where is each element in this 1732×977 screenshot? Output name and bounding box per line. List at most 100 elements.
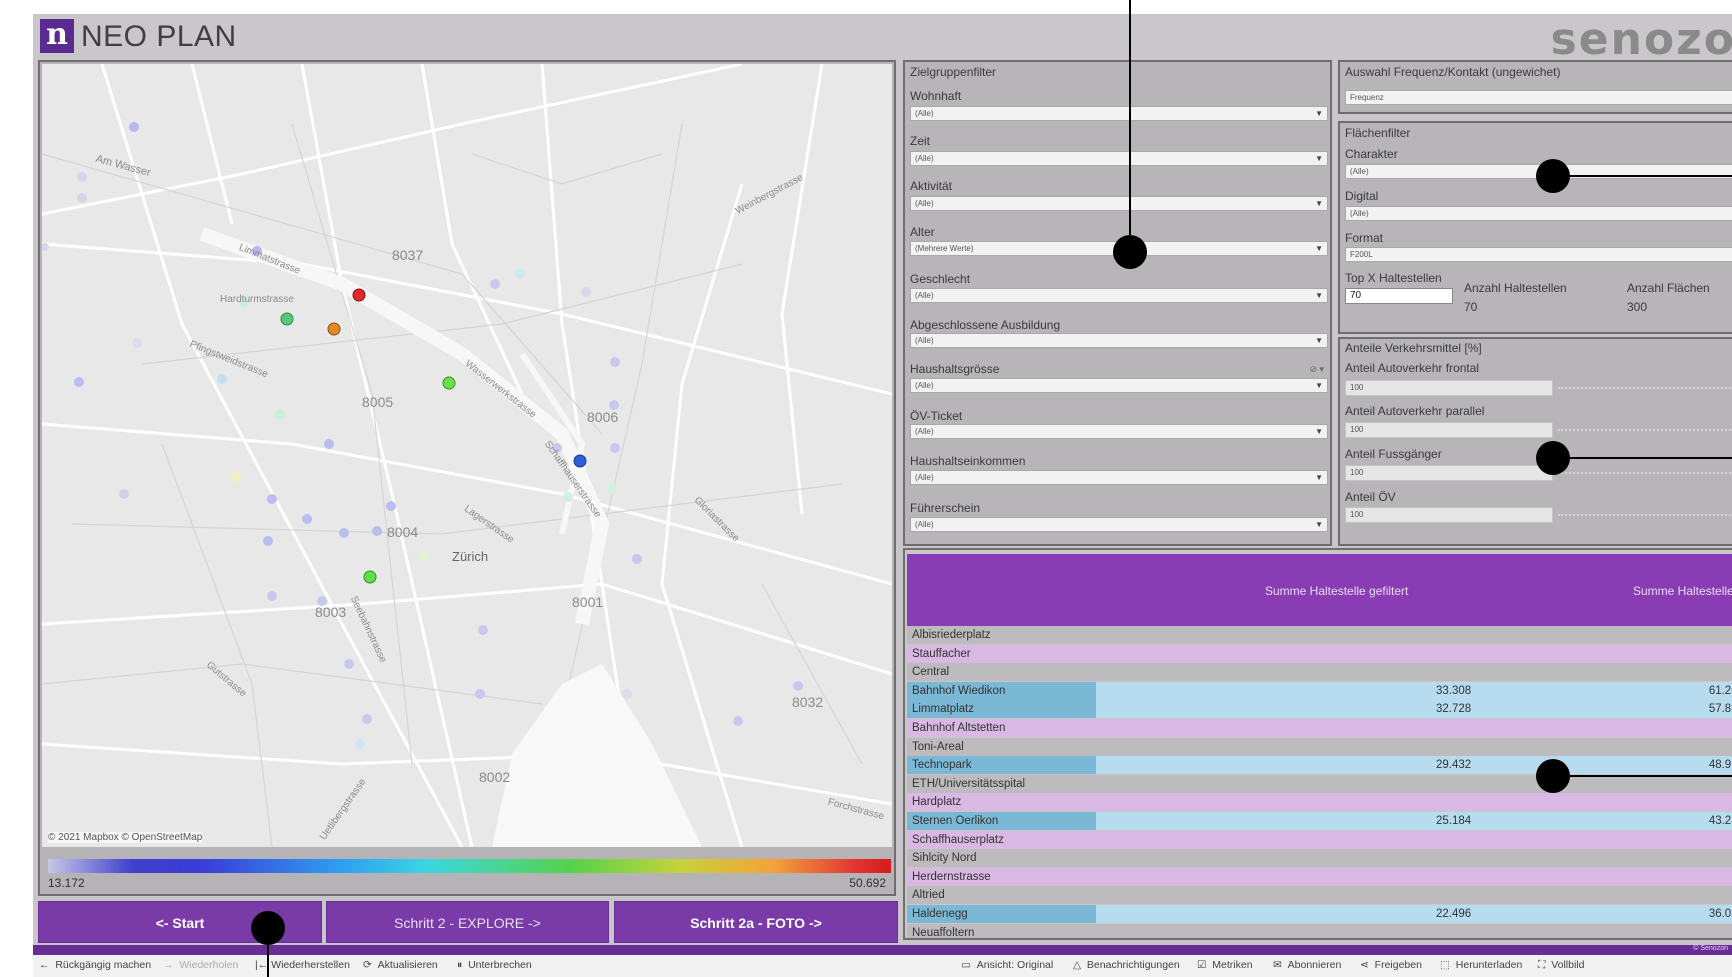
filtered-sum: 25.184 — [1436, 815, 1472, 827]
select-value: Frequenz — [1350, 93, 1384, 102]
table-row[interactable]: Sihlcity Nord — [907, 849, 1732, 868]
share-slider[interactable] — [1558, 472, 1732, 475]
filter-label: Abgeschlossene Ausbildung — [910, 318, 1061, 332]
filter-geschlecht-select[interactable]: (Alle) ▼ — [910, 288, 1328, 303]
value-cells — [1096, 774, 1732, 793]
subscribe-button[interactable]: ✉ Abonnieren — [1273, 959, 1341, 971]
table-row[interactable]: Hardplatz — [907, 793, 1732, 812]
table-row[interactable]: Altried — [907, 886, 1732, 905]
sort-icon[interactable]: ⊘ ▾ — [1309, 364, 1324, 375]
table-row[interactable]: Technopark 29.432 48.973 — [907, 756, 1732, 775]
filter-aktivitaet-select[interactable]: (Alle) ▼ — [910, 196, 1328, 211]
foto-button[interactable]: Schritt 2a - FOTO -> — [614, 901, 898, 943]
annotation-line — [1570, 775, 1732, 777]
redo-button[interactable]: → Wiederholen — [163, 959, 238, 971]
undo-label: Rückgängig machen — [55, 959, 152, 971]
table-row[interactable]: Bahnhof Altstetten — [907, 719, 1732, 737]
table-row[interactable]: Herdernstrasse — [907, 867, 1732, 886]
share-slider[interactable] — [1558, 514, 1732, 517]
fullscreen-button[interactable]: ⛶ Vollbild — [1538, 959, 1584, 972]
table-row[interactable]: Stauffacher — [907, 644, 1732, 663]
undo-button[interactable]: ← Rückgängig machen — [39, 959, 151, 971]
table-row[interactable]: Limmatplatz 32.728 57.824 — [907, 700, 1732, 719]
explore-button[interactable]: Schritt 2 - EXPLORE -> — [326, 901, 609, 943]
copyright: © Senozon — [1693, 945, 1728, 952]
filtered-sum: 22.496 — [1436, 908, 1472, 920]
annotation-line — [1570, 457, 1732, 459]
revert-button[interactable]: |← Wiederherstellen — [255, 959, 350, 971]
download-button[interactable]: ⬚ Herunterladen — [1440, 959, 1522, 971]
refresh-button[interactable]: ⟳ Aktualisieren — [363, 959, 438, 971]
table-row[interactable]: Bahnhof Wiedikon 33.308 61.204 — [907, 681, 1732, 700]
table-row[interactable]: Neuaffoltern — [907, 923, 1732, 938]
top-x-input[interactable]: 70 — [1345, 288, 1453, 304]
value-cells — [1096, 663, 1732, 682]
table-row[interactable]: ETH/Universitätsspital — [907, 774, 1732, 793]
metrics-button[interactable]: ☑ Metriken — [1197, 959, 1253, 971]
filter-label: Charakter — [1345, 147, 1398, 161]
alerts-button[interactable]: △ Benachrichtigungen — [1073, 959, 1180, 971]
filter-oev-ticket-select[interactable]: (Alle) ▼ — [910, 424, 1328, 439]
format-select[interactable]: F200L — [1345, 247, 1732, 262]
value-cells — [1096, 849, 1732, 868]
share-label: Anteil Fussgänger — [1345, 447, 1442, 461]
mail-icon: ✉ — [1273, 959, 1282, 971]
view-label: Ansicht: Original — [976, 959, 1054, 971]
share-input[interactable]: 100 — [1345, 507, 1553, 523]
filter-fuehrerschein-select[interactable]: (Alle) ▼ — [910, 517, 1328, 532]
annotation-dot — [1536, 441, 1570, 475]
filter-haushaltseinkommen-select[interactable]: (Alle) ▼ — [910, 470, 1328, 485]
value-cells — [1096, 626, 1732, 644]
table-row[interactable]: Sternen Oerlikon 25.184 43.286 — [907, 812, 1732, 830]
share-label: Anteil Autoverkehr frontal — [1345, 361, 1480, 375]
brand-logo: senozo — [1550, 14, 1732, 65]
stop-name: Neuaffoltern — [907, 923, 1096, 938]
table-row[interactable]: Haldenegg 22.496 36.026 — [907, 905, 1732, 923]
share-slider[interactable] — [1558, 429, 1732, 432]
map-label: 8005 — [362, 394, 394, 410]
value-cells — [1096, 793, 1732, 812]
table-row[interactable]: Central — [907, 663, 1732, 682]
transport-share-panel: Anteile Verkehrsmittel [%] Anteil Autove… — [1338, 337, 1732, 546]
filter-label: Geschlecht — [910, 272, 971, 286]
filter-haushaltsgroesse-select[interactable]: (Alle) ▼ — [910, 378, 1328, 393]
map-label: 8032 — [792, 694, 824, 710]
alerts-label: Benachrichtigungen — [1086, 959, 1180, 971]
filter-wohnhaft-select[interactable]: (Alle) ▼ — [910, 106, 1328, 121]
stop-name: Limmatplatz — [907, 700, 1096, 719]
table-row[interactable]: Albisriederplatz — [907, 626, 1732, 644]
stop-name: Toni-Areal — [907, 737, 1096, 756]
frequency-select[interactable]: Frequenz — [1345, 90, 1732, 105]
table-row[interactable]: Toni-Areal — [907, 737, 1732, 756]
filter-label: Format — [1345, 231, 1384, 245]
filtered-sum: 29.432 — [1436, 759, 1472, 772]
filter-zeit-select[interactable]: (Alle) ▼ — [910, 151, 1328, 166]
pause-button[interactable]: ⏸ Unterbrechen — [457, 959, 532, 972]
table-row[interactable]: Schaffhauserplatz — [907, 830, 1732, 849]
stops-table: Summe Haltestelle gefiltert Summe Haltes… — [903, 548, 1732, 940]
stop-name: Bahnhof Altstetten — [907, 719, 1096, 737]
filter-ausbildung-select[interactable]: (Alle) ▼ — [910, 333, 1328, 348]
target-group-filter-panel: Zielgruppenfilter Wohnhaft (Alle) ▼ Zeit … — [903, 60, 1332, 546]
column-header: Summe Haltestelle gefiltert — [1265, 584, 1409, 598]
map[interactable]: Am Wasser 8037 Hardturmstrasse 8005 8006… — [42, 64, 892, 847]
dropdown-arrow-icon: ▼ — [1315, 109, 1323, 118]
area-filter-panel: Flächenfilter Charakter (Alle) Digital (… — [1338, 121, 1732, 334]
share-button[interactable]: ⋖ Freigeben — [1360, 959, 1422, 971]
filter-label: Wohnhaft — [910, 89, 962, 103]
select-value: (Alle) — [915, 520, 934, 529]
value-cells: 32.728 57.824 — [1096, 700, 1732, 719]
download-icon: ⬚ — [1440, 959, 1450, 971]
stop-points[interactable] — [42, 122, 803, 749]
dropdown-arrow-icon: ▼ — [1315, 473, 1323, 482]
undo-icon: ← — [39, 959, 50, 971]
stop-name: Sihlcity Nord — [907, 849, 1096, 868]
share-input[interactable]: 100 — [1345, 380, 1553, 396]
share-input[interactable]: 100 — [1345, 465, 1553, 481]
view-button[interactable]: ▭ Ansicht: Original — [961, 959, 1053, 971]
share-slider[interactable] — [1558, 387, 1732, 390]
share-input[interactable]: 100 — [1345, 422, 1553, 438]
digital-select[interactable]: (Alle) — [1345, 206, 1732, 221]
screen: { "header": { "logo_letter": "n", "app_t… — [0, 0, 1732, 977]
select-value: (Alle) — [915, 427, 934, 436]
